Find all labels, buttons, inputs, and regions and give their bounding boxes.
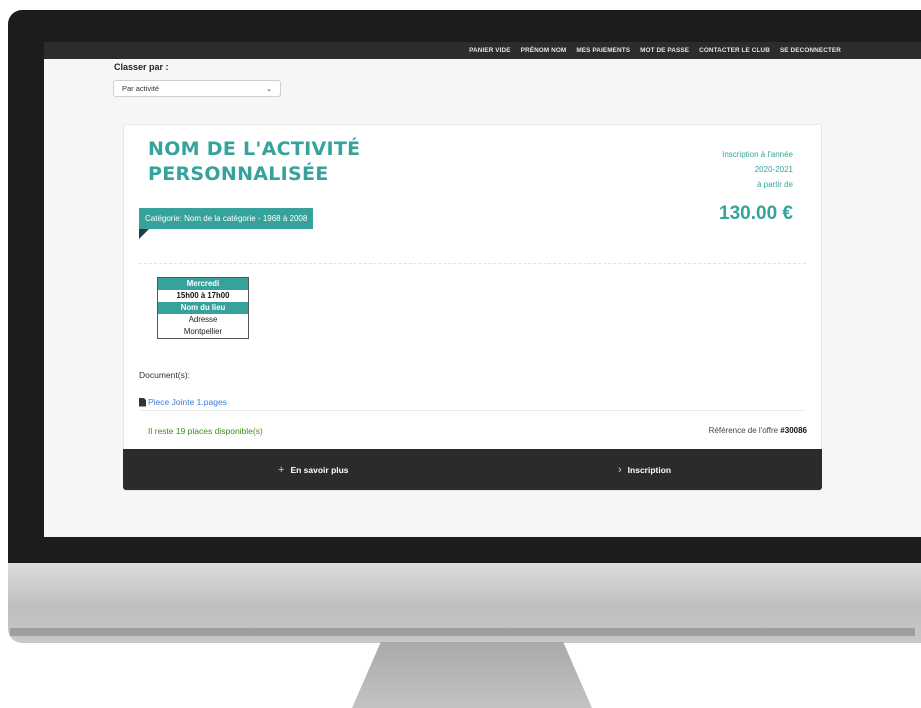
monitor-chin-edge bbox=[10, 628, 915, 636]
nav-menu: PANIER VIDE PRÉNOM NOM MES PAIEMENTS MOT… bbox=[469, 42, 841, 59]
nav-item-contact[interactable]: CONTACTER LE CLUB bbox=[699, 47, 770, 54]
category-ribbon: Catégorie: Nom de la catégorie - 1968 à … bbox=[139, 208, 314, 229]
nav-item-logout[interactable]: SE DECONNECTER bbox=[780, 47, 841, 54]
documents-label: Document(s): bbox=[139, 370, 191, 380]
plus-icon: + bbox=[278, 463, 285, 476]
document-link-text: Piece Jointe 1.pages bbox=[148, 397, 227, 407]
card-actions-bar: + En savoir plus › Inscription bbox=[123, 449, 822, 490]
nav-item-mot-de-passe[interactable]: MOT DE PASSE bbox=[640, 47, 689, 54]
chevron-right-icon: › bbox=[618, 463, 622, 476]
document-link[interactable]: Piece Jointe 1.pages bbox=[139, 397, 227, 407]
schedule-time: 15h00 à 17h00 bbox=[176, 291, 230, 300]
activity-title-line-2: PERSONNALISÉE bbox=[148, 163, 329, 185]
divider bbox=[139, 263, 806, 264]
schedule-day: Mercredi bbox=[158, 278, 248, 290]
inscription-label-button: Inscription bbox=[627, 464, 672, 475]
divider-bottom bbox=[139, 410, 806, 411]
offer-reference: Référence de l'offre #30086 bbox=[709, 426, 807, 435]
nav-item-panier[interactable]: PANIER VIDE bbox=[469, 47, 510, 54]
from-label: à partir de bbox=[756, 180, 793, 189]
ribbon-fold bbox=[139, 229, 149, 239]
sort-select[interactable]: Par activité ⌄ bbox=[113, 80, 281, 97]
reference-number: #30086 bbox=[780, 426, 807, 435]
inscription-label: Inscription à l'année bbox=[722, 150, 793, 159]
sort-label: Classer par : bbox=[114, 62, 169, 72]
monitor-stand bbox=[352, 642, 592, 708]
schedule-city: Montpellier bbox=[183, 327, 223, 336]
reference-label: Référence de l'offre bbox=[708, 426, 779, 435]
sort-select-value: Par activité bbox=[122, 84, 160, 93]
places-available: Il reste 19 places disponible(s) bbox=[148, 426, 263, 436]
chevron-down-icon: ⌄ bbox=[266, 85, 272, 93]
inscription-info: Inscription à l'année 2020-2021 à partir… bbox=[722, 147, 793, 192]
schedule-address: Adresse bbox=[188, 315, 218, 324]
browser-screen: PANIER VIDE PRÉNOM NOM MES PAIEMENTS MOT… bbox=[44, 42, 921, 537]
top-navigation-bar: PANIER VIDE PRÉNOM NOM MES PAIEMENTS MOT… bbox=[44, 42, 921, 59]
schedule-table: Mercredi 15h00 à 17h00 Nom du lieu Adres… bbox=[157, 277, 249, 339]
season-label: 2020-2021 bbox=[754, 165, 793, 174]
price: 130.00 € bbox=[719, 203, 793, 224]
activity-title: NOM DE L'ACTIVITÉ PERSONNALISÉE bbox=[148, 137, 408, 187]
schedule-place: Nom du lieu bbox=[158, 302, 248, 314]
learn-more-button[interactable]: + En savoir plus bbox=[278, 449, 349, 490]
file-icon bbox=[139, 397, 146, 407]
activity-title-line-1: NOM DE L'ACTIVITÉ bbox=[148, 138, 361, 160]
activity-card: NOM DE L'ACTIVITÉ PERSONNALISÉE Catégori… bbox=[123, 124, 822, 491]
learn-more-label: En savoir plus bbox=[290, 464, 349, 475]
inscription-button[interactable]: › Inscription bbox=[618, 449, 671, 490]
nav-item-paiements[interactable]: MES PAIEMENTS bbox=[576, 47, 630, 54]
nav-item-user-name[interactable]: PRÉNOM NOM bbox=[521, 47, 567, 54]
